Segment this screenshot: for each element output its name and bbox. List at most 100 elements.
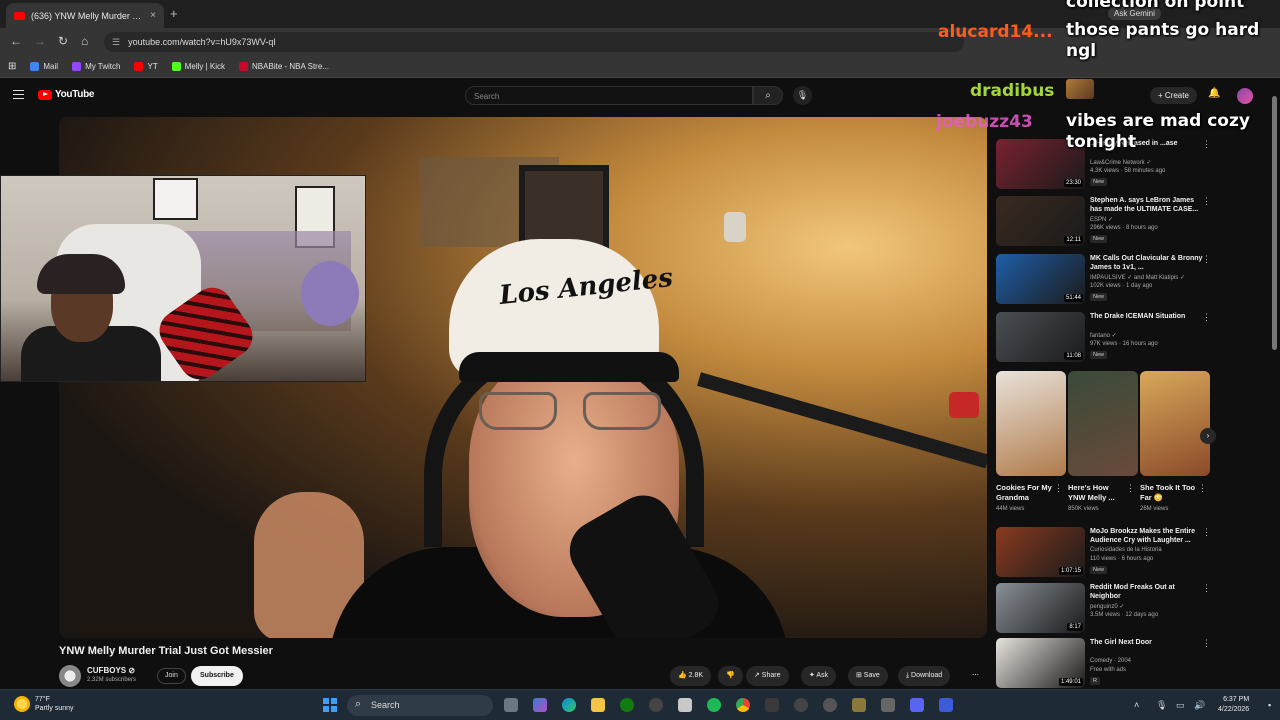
browser-tab-youtube[interactable]: (636) YNW Melly Murder Tr... ×: [6, 3, 164, 28]
microphone-icon[interactable]: 🎙: [1156, 700, 1167, 711]
more-vert-icon[interactable]: ⋮: [1126, 483, 1135, 494]
recommended-video[interactable]: 1:49:01 The Girl Next Door Comedy · 2004 Fr…: [996, 638, 1216, 690]
reload-icon[interactable]: ↻: [58, 34, 68, 48]
system-clock[interactable]: 6:37 PM 4/22/2026: [1218, 695, 1249, 715]
app-icon[interactable]: [823, 698, 837, 712]
channel-name[interactable]: CUFBOYS ⊘: [87, 666, 135, 675]
channel-avatar[interactable]: [59, 665, 81, 687]
task-view-icon[interactable]: [504, 698, 518, 712]
short-item[interactable]: Here's How YNW Melly ... 850K views ⋮: [1068, 371, 1138, 512]
microphone-icon[interactable]: 🎙: [793, 86, 812, 105]
chevron-right-icon[interactable]: ›: [1200, 428, 1216, 444]
more-vert-icon[interactable]: ⋮: [1202, 583, 1211, 594]
chevron-up-icon[interactable]: ˄: [1134, 700, 1139, 710]
more-vert-icon[interactable]: ⋮: [1202, 312, 1211, 323]
forward-arrow-icon[interactable]: →: [34, 34, 46, 48]
back-arrow-icon[interactable]: ←: [10, 34, 22, 48]
video-title[interactable]: MK Calls Out Clavicular & Bronny James t…: [1090, 254, 1206, 272]
close-tab-icon[interactable]: ×: [150, 10, 156, 21]
more-vert-icon[interactable]: ⋮: [1202, 527, 1211, 538]
ask-button[interactable]: ✦ Ask: [801, 666, 837, 686]
store-icon[interactable]: [678, 698, 692, 712]
short-title[interactable]: She Took It Too Far 😳: [1140, 483, 1198, 503]
network-icon[interactable]: ▭: [1176, 700, 1185, 711]
recommended-video[interactable]: 12:11 Stephen A. says LeBron James has ma…: [996, 196, 1216, 248]
copilot-icon[interactable]: [533, 698, 547, 712]
short-title[interactable]: Cookies For My Grandma: [996, 483, 1054, 503]
dislike-button[interactable]: 👎: [718, 666, 743, 686]
account-avatar[interactable]: [1237, 88, 1253, 104]
video-thumbnail[interactable]: 11:08: [996, 312, 1085, 362]
app-icon[interactable]: [939, 698, 953, 712]
save-button[interactable]: ⊞ Save: [848, 666, 888, 686]
volume-icon[interactable]: 🔊: [1194, 700, 1205, 711]
short-item[interactable]: She Took It Too Far 😳 26M views ⋮: [1140, 371, 1210, 512]
bookmark-yt[interactable]: YT: [134, 62, 158, 71]
new-tab-button[interactable]: +: [170, 6, 178, 21]
channel-name[interactable]: Curiosidades de la Historia: [1090, 547, 1162, 553]
recommended-video[interactable]: 51:44 MK Calls Out Clavicular & Bronny Ja…: [996, 254, 1216, 306]
video-title[interactable]: The Girl Next Door: [1090, 638, 1206, 647]
search-icon[interactable]: ⌕: [753, 86, 783, 105]
gear-icon[interactable]: [881, 698, 895, 712]
more-vert-icon[interactable]: ⋮: [1202, 196, 1211, 207]
more-vert-icon[interactable]: ⋮: [1054, 483, 1063, 494]
channel-name[interactable]: IMPAULSIVE ✓ and Matt Kiatipis ✓: [1090, 274, 1185, 281]
video-thumbnail[interactable]: 51:44: [996, 254, 1085, 304]
bookmark-kick[interactable]: Melly | Kick: [171, 62, 225, 71]
windows-start-icon[interactable]: [323, 698, 337, 712]
video-thumbnail[interactable]: 8:17: [996, 583, 1085, 633]
menu-hamburger-icon[interactable]: [13, 90, 24, 99]
join-button[interactable]: Join: [157, 668, 186, 684]
bookmark-nbabite[interactable]: NBABite - NBA Stre...: [239, 62, 329, 71]
video-title[interactable]: Stephen A. says LeBron James has made th…: [1090, 196, 1206, 214]
more-vert-icon[interactable]: ⋮: [1202, 638, 1211, 649]
video-thumbnail[interactable]: 1:49:01: [996, 638, 1085, 688]
taskbar-search[interactable]: Search: [347, 695, 493, 716]
recommended-video[interactable]: 11:08 The Drake ICEMAN Situation fantano ✓…: [996, 312, 1216, 364]
channel-name[interactable]: Law&Crime Network ✓: [1090, 159, 1151, 166]
home-icon[interactable]: ⌂: [81, 34, 88, 48]
apps-grid-icon[interactable]: ⊞: [8, 61, 16, 72]
photo-app-icon[interactable]: [852, 698, 866, 712]
obs-icon[interactable]: [649, 698, 663, 712]
site-info-icon[interactable]: ☰: [112, 37, 120, 48]
edge-icon[interactable]: [562, 698, 576, 712]
channel-name[interactable]: ESPN ✓: [1090, 216, 1113, 223]
channel-name[interactable]: Comedy · 2004: [1090, 658, 1131, 664]
short-thumbnail[interactable]: [1068, 371, 1138, 476]
like-button[interactable]: 👍 2.8K: [670, 666, 712, 686]
bookmark-twitch[interactable]: My Twitch: [72, 62, 120, 71]
spotify-icon[interactable]: [707, 698, 721, 712]
page-scrollbar[interactable]: [1272, 96, 1277, 350]
more-vert-icon[interactable]: ⋮: [1202, 254, 1211, 265]
share-button[interactable]: ↗ Share: [746, 666, 789, 686]
notifications-bell-icon[interactable]: 🔔: [1208, 88, 1220, 99]
short-thumbnail[interactable]: [1140, 371, 1210, 476]
channel-name[interactable]: fantano ✓: [1090, 332, 1117, 339]
short-thumbnail[interactable]: [996, 371, 1066, 476]
media-player-icon[interactable]: [794, 698, 808, 712]
video-thumbnail[interactable]: 12:11: [996, 196, 1085, 246]
more-actions-button[interactable]: ⋯: [964, 666, 987, 686]
file-explorer-icon[interactable]: [591, 698, 605, 712]
download-button[interactable]: ⤓ Download: [898, 666, 951, 686]
recommended-video[interactable]: 1:07:15 MoJo Brookzz Makes the Entire Aud…: [996, 527, 1216, 579]
youtube-logo[interactable]: YouTube: [38, 89, 95, 100]
xbox-icon[interactable]: [620, 698, 634, 712]
create-button[interactable]: + Create: [1150, 87, 1197, 104]
short-item[interactable]: Cookies For My Grandma 44M views ⋮: [996, 371, 1066, 512]
chrome-icon[interactable]: [736, 698, 750, 712]
video-title[interactable]: MoJo Brookzz Makes the Entire Audience C…: [1090, 527, 1206, 545]
address-bar[interactable]: ☰ youtube.com/watch?v=hU9x73WV-qI: [104, 32, 964, 52]
more-vert-icon[interactable]: ⋮: [1198, 483, 1207, 494]
short-title[interactable]: Here's How YNW Melly ...: [1068, 483, 1126, 503]
settings-app-icon[interactable]: [765, 698, 779, 712]
search-input[interactable]: Search: [465, 86, 753, 105]
discord-icon[interactable]: [910, 698, 924, 712]
notification-icon[interactable]: ▪: [1268, 700, 1271, 710]
video-thumbnail[interactable]: 1:07:15: [996, 527, 1085, 577]
video-title[interactable]: The Drake ICEMAN Situation: [1090, 312, 1206, 321]
bookmark-mail[interactable]: Mail: [30, 62, 58, 71]
recommended-video[interactable]: 8:17 Reddit Mod Freaks Out at Neighbor pen…: [996, 583, 1216, 635]
